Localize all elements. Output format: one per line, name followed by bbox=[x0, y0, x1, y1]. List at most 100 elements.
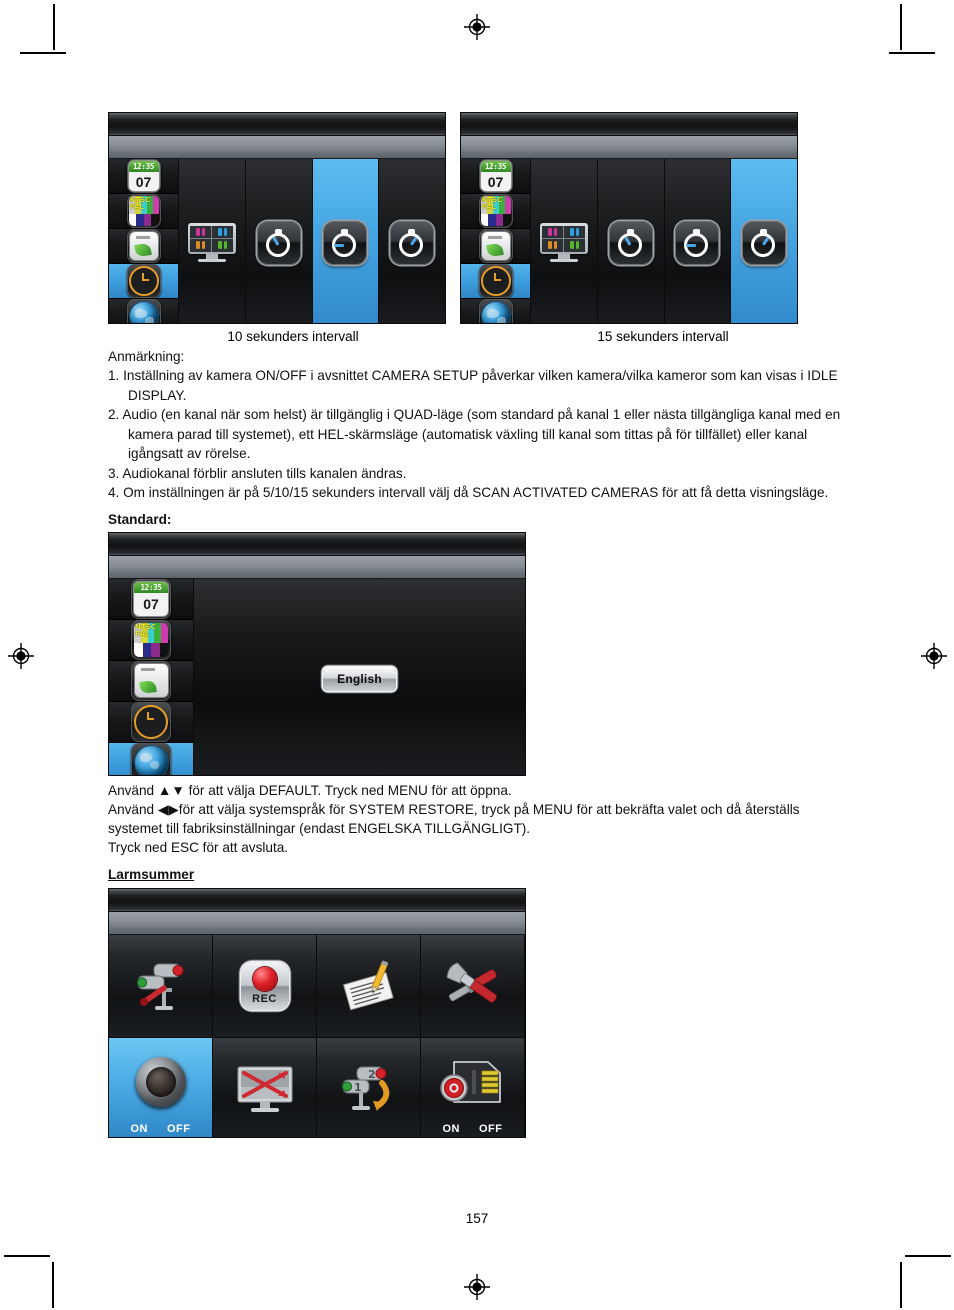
sidebar-item-calendar[interactable]: 12:35 07 bbox=[109, 578, 193, 620]
monitor-off-icon bbox=[237, 1066, 292, 1112]
record-icon: REC bbox=[240, 961, 289, 1010]
sidebar-item-eco[interactable] bbox=[109, 660, 193, 702]
sidebar-item-language[interactable] bbox=[109, 299, 178, 323]
note-item: 2. Audio (en kanal när som helst) är til… bbox=[108, 407, 841, 461]
calendar-clock-icon: 12:35 07 bbox=[131, 578, 171, 619]
crop-mark-top-right-v bbox=[900, 4, 902, 50]
speaker-alarm-icon bbox=[135, 1056, 186, 1107]
menu-cell-monitor-off[interactable] bbox=[213, 1037, 317, 1137]
ntsc-pal-icon: NTSC PAL bbox=[478, 194, 513, 228]
ntsc-pal-label: NTSC PAL bbox=[129, 196, 151, 211]
option-quad-view[interactable] bbox=[178, 159, 245, 323]
stopwatch-10s-icon bbox=[323, 221, 368, 265]
sidebar-item-timer[interactable] bbox=[109, 701, 193, 743]
menu-cell-camera-scan[interactable]: 2 1 bbox=[317, 1037, 421, 1137]
sd-on-label[interactable]: ON bbox=[443, 1123, 461, 1135]
option-stopwatch-10s[interactable] bbox=[663, 159, 731, 323]
sd-onoff-labels: ON OFF bbox=[421, 1123, 524, 1135]
option-stopwatch-10s[interactable] bbox=[311, 159, 379, 323]
eco-battery-icon bbox=[131, 660, 171, 701]
standard-instruction-line-1: Använd ▲▼ för att välja DEFAULT. Tryck n… bbox=[108, 782, 512, 798]
sidebar-item-language[interactable] bbox=[461, 299, 530, 323]
crop-mark-bottom-left-v bbox=[52, 1262, 54, 1308]
osd-option-columns bbox=[530, 159, 797, 323]
camera-scan-icon: 2 1 bbox=[341, 1066, 389, 1111]
sidebar-item-calendar[interactable]: 12:35 07 bbox=[461, 159, 530, 194]
larmsummer-grid: REC ON OFF 2 1 ON OFF bbox=[109, 934, 525, 1137]
menu-cell-notepad[interactable] bbox=[317, 934, 421, 1038]
language-selection-area: English bbox=[193, 578, 525, 775]
language-button-english[interactable]: English bbox=[323, 666, 396, 691]
menu-cell-alarm-buzzer[interactable]: ON OFF bbox=[109, 1037, 213, 1137]
menu-cell-camera-setup[interactable] bbox=[109, 934, 213, 1038]
svg-text:1: 1 bbox=[354, 1081, 362, 1094]
standard-instruction-line-2: Använd ◀▶för att välja systemspråk för S… bbox=[108, 801, 800, 836]
crop-mark-bottom-left-h bbox=[4, 1255, 50, 1257]
alarm-on-label[interactable]: ON bbox=[131, 1123, 149, 1135]
page-number: 157 bbox=[465, 1211, 489, 1226]
crop-mark-top-left-h bbox=[20, 52, 66, 54]
osd-title-bar bbox=[109, 113, 445, 136]
ntsc-pal-label: NTSC PAL bbox=[481, 196, 503, 211]
menu-cell-record[interactable]: REC bbox=[213, 934, 317, 1038]
osd-title-bar bbox=[109, 532, 525, 556]
standard-heading: Standard: bbox=[108, 511, 172, 527]
sidebar-item-timer[interactable] bbox=[461, 264, 530, 299]
sidebar-item-video-system[interactable]: NTSC PAL bbox=[109, 619, 193, 661]
registration-mark-top bbox=[464, 14, 490, 40]
notepad-pen-icon bbox=[342, 959, 394, 1010]
standard-instruction-line-3: Tryck ned ESC för att avsluta. bbox=[108, 839, 289, 855]
note-item: 4. Om inställningen är på 5/10/15 sekund… bbox=[108, 485, 829, 500]
camera-setup-icon bbox=[136, 963, 183, 1010]
print-page: 12:35 07 NTSC PAL 12:35 07 NTSC PAL 10 s… bbox=[0, 0, 954, 1310]
crop-mark-top-right-h bbox=[889, 52, 935, 54]
ntsc-pal-icon: NTSC PAL bbox=[131, 619, 171, 660]
sidebar-item-eco[interactable] bbox=[461, 229, 530, 264]
sidebar-item-calendar[interactable]: 12:35 07 bbox=[109, 159, 178, 194]
menu-cell-sd-record[interactable]: ON OFF bbox=[421, 1037, 525, 1137]
ntsc-pal-label: NTSC PAL bbox=[135, 622, 156, 638]
option-stopwatch-5s[interactable] bbox=[596, 159, 664, 323]
calendar-time-label: 12:35 bbox=[128, 161, 159, 172]
sidebar-item-video-system[interactable]: NTSC PAL bbox=[109, 194, 178, 229]
caption-interval-15: 15 sekunders intervall bbox=[597, 329, 729, 344]
timer-clock-icon bbox=[478, 264, 513, 298]
eco-battery-icon bbox=[126, 229, 161, 263]
option-stopwatch-15s[interactable] bbox=[378, 159, 445, 323]
menu-cell-tools[interactable] bbox=[421, 934, 525, 1038]
osd-sidebar: 12:35 07 NTSC PAL bbox=[109, 159, 178, 323]
sd-off-label[interactable]: OFF bbox=[479, 1123, 503, 1135]
ntsc-pal-icon: NTSC PAL bbox=[126, 194, 161, 228]
osd-panel-interval-10: 12:35 07 NTSC PAL bbox=[108, 112, 446, 324]
option-quad-view[interactable] bbox=[530, 159, 597, 323]
calendar-time-label: 12:35 bbox=[134, 581, 168, 593]
calendar-day-label: 07 bbox=[487, 173, 504, 190]
stopwatch-5s-icon bbox=[608, 221, 653, 265]
calendar-clock-icon: 12:35 07 bbox=[478, 159, 513, 193]
option-stopwatch-5s[interactable] bbox=[244, 159, 312, 323]
osd-option-columns bbox=[178, 159, 445, 323]
crop-mark-top-left-v bbox=[53, 4, 55, 50]
alarm-off-label[interactable]: OFF bbox=[167, 1123, 191, 1135]
interval-panels-row: 12:35 07 NTSC PAL 12:35 07 NTSC PAL bbox=[108, 112, 848, 324]
option-stopwatch-15s[interactable] bbox=[730, 159, 797, 323]
sidebar-item-video-system[interactable]: NTSC PAL bbox=[461, 194, 530, 229]
note-item: 1. Inställning av kamera ON/OFF i avsnit… bbox=[108, 368, 838, 403]
sidebar-item-eco[interactable] bbox=[109, 229, 178, 264]
sidebar-item-timer[interactable] bbox=[109, 264, 178, 299]
registration-mark-bottom bbox=[464, 1274, 490, 1300]
sd-card-record-icon bbox=[439, 1060, 501, 1103]
registration-mark-left bbox=[8, 643, 34, 669]
osd-secondary-bar bbox=[109, 136, 445, 159]
eco-battery-icon bbox=[478, 229, 513, 263]
stopwatch-10s-icon bbox=[675, 221, 720, 265]
notes-title: Anmärkning: bbox=[108, 349, 185, 364]
svg-text:2: 2 bbox=[368, 1068, 376, 1081]
sidebar-item-language[interactable] bbox=[109, 742, 193, 775]
tools-icon bbox=[446, 961, 497, 1003]
timer-clock-icon bbox=[131, 701, 171, 742]
osd-panel-standard: 12:35 07 NTSC PAL English bbox=[108, 531, 526, 776]
alarm-onoff-labels: ON OFF bbox=[109, 1123, 212, 1135]
osd-sidebar: 12:35 07 NTSC PAL bbox=[461, 159, 530, 323]
osd-secondary-bar bbox=[109, 555, 525, 579]
